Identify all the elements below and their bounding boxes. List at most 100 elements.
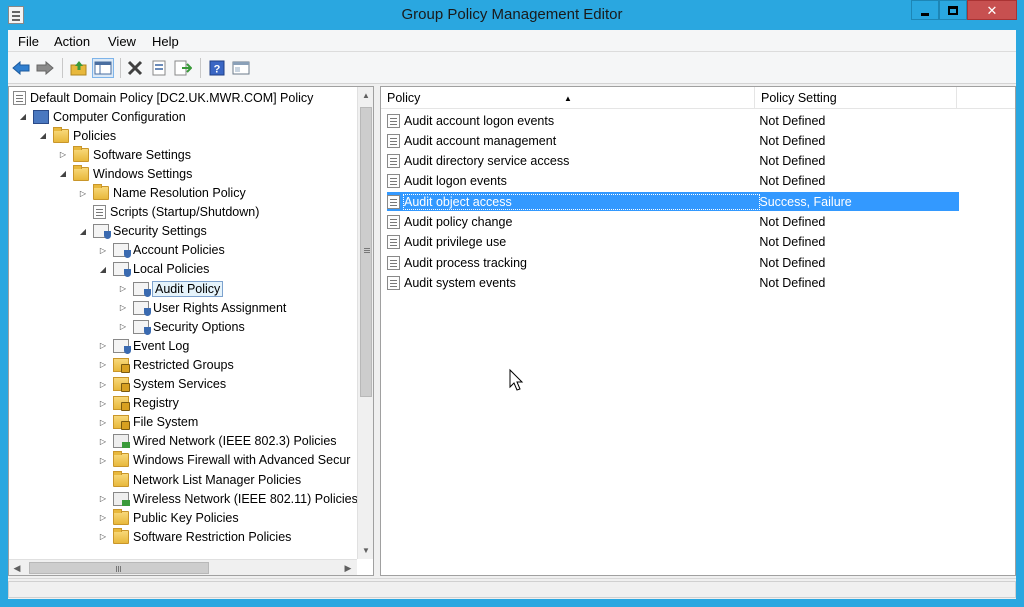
tree-item[interactable]: ▷ User Rights Assignment <box>117 298 286 317</box>
tree-item[interactable]: ▷ Security Options <box>117 317 245 336</box>
maximize-button[interactable] <box>939 0 967 20</box>
show-hide-tree-button[interactable] <box>92 58 114 78</box>
tree-item[interactable]: ▷ Public Key Policies <box>97 508 239 527</box>
tree-item[interactable]: ▷ System Services <box>97 375 226 394</box>
tree-item[interactable]: ◢ Computer Configuration <box>17 107 186 126</box>
console-tree[interactable]: ▷ Software Restriction Policies ▷ Public Ke… <box>8 86 374 576</box>
collapse-arrow-icon[interactable]: ◢ <box>17 112 29 121</box>
expand-arrow-icon[interactable]: ▷ <box>97 246 109 255</box>
netgreen-icon <box>113 491 130 506</box>
secdoc-icon <box>93 224 111 240</box>
scroll-grip-icon <box>116 566 117 572</box>
tree-vertical-scrollbar[interactable]: ▲ ▼ <box>357 87 373 559</box>
list-item[interactable]: Audit policy change Not Defined <box>387 213 959 232</box>
policy-name: Audit account logon events <box>404 113 555 128</box>
tree-item[interactable]: ▷ Software Settings <box>57 145 191 164</box>
list-item[interactable]: Audit directory service access Not Define… <box>387 152 959 171</box>
expand-arrow-icon[interactable]: ▷ <box>117 322 129 331</box>
tree-item[interactable]: ▷ Audit Policy <box>117 279 224 298</box>
collapse-arrow-icon[interactable]: ◢ <box>37 131 49 140</box>
console-tree-icon <box>232 61 250 75</box>
tree-item[interactable]: ▷ Wireless Network (IEEE 802.11) Policies <box>97 489 358 508</box>
delete-button[interactable] <box>124 58 146 78</box>
help-button[interactable]: ? <box>206 58 228 78</box>
tree-item[interactable]: ◢ Local Policies <box>97 260 209 279</box>
menu-view[interactable]: View <box>108 34 136 49</box>
tree-item[interactable]: ▷ Wired Network (IEEE 802.3) Policies <box>97 432 337 451</box>
expand-arrow-icon[interactable]: ▷ <box>97 456 109 465</box>
collapse-arrow-icon[interactable]: ◢ <box>57 169 69 178</box>
scroll-left-icon[interactable]: ◀ <box>9 560 25 575</box>
tree-item[interactable]: Scripts (Startup/Shutdown) <box>77 203 259 222</box>
list-item[interactable]: Audit account logon events Not Defined <box>387 111 959 130</box>
column-header-label: Policy <box>387 91 421 105</box>
title-bar[interactable]: Group Policy Management Editor ✕ <box>0 0 1024 30</box>
expand-arrow-icon[interactable]: ▷ <box>57 150 69 159</box>
expand-arrow-icon[interactable]: ▷ <box>97 513 109 522</box>
menu-file[interactable]: File <box>18 34 39 49</box>
menu-action[interactable]: Action <box>54 34 90 49</box>
tree-item[interactable]: ▷ Event Log <box>97 336 189 355</box>
policy-setting-icon <box>387 255 400 270</box>
expand-arrow-icon[interactable]: ▷ <box>97 399 109 408</box>
tree-item[interactable]: ◢ Windows Settings <box>57 164 192 183</box>
column-header-policy[interactable]: Policy ▲ <box>381 87 755 108</box>
list-item[interactable]: Audit object access Success, Failure <box>387 192 959 212</box>
list-item[interactable]: Audit process tracking Not Defined <box>387 253 959 272</box>
tree-item[interactable]: ▷ File System <box>97 413 198 432</box>
expand-arrow-icon[interactable]: ▷ <box>77 189 89 198</box>
tree-horizontal-scrollbar[interactable]: ◀ ▶ <box>9 559 357 575</box>
expand-arrow-icon[interactable]: ▷ <box>117 303 129 312</box>
tree-item[interactable]: ▷ Windows Firewall with Advanced Secur <box>97 451 350 470</box>
policy-setting: Not Defined <box>759 133 826 148</box>
tree-item-label: File System <box>133 415 199 430</box>
details-pane[interactable]: Policy ▲ Policy Setting Audit account lo… <box>380 86 1016 576</box>
properties-button[interactable] <box>148 58 170 78</box>
tree-item-label: Registry <box>133 396 179 411</box>
policy-setting: Not Defined <box>759 235 826 250</box>
scroll-down-icon[interactable]: ▼ <box>358 542 373 559</box>
forward-button[interactable] <box>34 58 56 78</box>
tree-item[interactable]: ▷ Restricted Groups <box>97 355 234 374</box>
folder-icon <box>113 470 129 487</box>
scroll-right-icon[interactable]: ▶ <box>340 560 356 575</box>
sort-ascending-icon: ▲ <box>564 94 572 103</box>
expand-arrow-icon[interactable]: ▷ <box>117 284 129 293</box>
tree-item[interactable]: ▷ Account Policies <box>97 241 225 260</box>
expand-arrow-icon[interactable]: ▷ <box>97 360 109 369</box>
scroll-thumb[interactable] <box>360 107 372 397</box>
list-item[interactable]: Audit system events Not Defined <box>387 273 959 292</box>
export-list-button[interactable] <box>172 58 194 78</box>
tree-item[interactable]: ▷ Registry <box>97 394 179 413</box>
expand-arrow-icon[interactable]: ▷ <box>97 437 109 446</box>
policy-doc-icon <box>13 90 26 105</box>
back-button[interactable] <box>10 58 32 78</box>
expand-arrow-icon[interactable]: ▷ <box>97 380 109 389</box>
list-item[interactable]: Audit account management Not Defined <box>387 131 959 150</box>
tree-item[interactable]: ▷ Name Resolution Policy <box>77 184 246 203</box>
column-header-policy-setting[interactable]: Policy Setting <box>755 87 957 108</box>
expand-arrow-icon[interactable]: ▷ <box>97 418 109 427</box>
tree-item[interactable]: ◢ Security Settings <box>77 222 207 241</box>
scroll-up-icon[interactable]: ▲ <box>358 87 373 104</box>
close-button[interactable]: ✕ <box>967 0 1017 20</box>
up-one-level-button[interactable] <box>68 58 90 78</box>
tree-item[interactable]: Network List Manager Policies <box>97 470 301 489</box>
expand-arrow-icon[interactable]: ▷ <box>97 532 109 541</box>
svg-text:?: ? <box>214 64 221 76</box>
list-item[interactable]: Audit logon events Not Defined <box>387 172 959 191</box>
tree-item[interactable]: ▷ Software Restriction Policies <box>97 527 291 546</box>
collapse-arrow-icon[interactable]: ◢ <box>77 227 89 236</box>
list-item[interactable]: Audit privilege use Not Defined <box>387 233 959 252</box>
minimize-button[interactable] <box>911 0 939 20</box>
tree-item[interactable]: ◢ Policies <box>37 126 116 145</box>
menu-help[interactable]: Help <box>152 34 179 49</box>
expand-arrow-icon[interactable]: ▷ <box>97 494 109 503</box>
list-header: Policy ▲ Policy Setting <box>381 87 1015 109</box>
expand-arrow-icon[interactable]: ▷ <box>97 341 109 350</box>
collapse-arrow-icon[interactable]: ◢ <box>97 265 109 274</box>
mouse-cursor-icon <box>509 368 524 391</box>
tree-item[interactable]: Default Domain Policy [DC2.UK.MWR.COM] P… <box>13 88 313 107</box>
console-tree-button[interactable] <box>230 58 252 78</box>
scroll-thumb[interactable] <box>29 562 209 574</box>
